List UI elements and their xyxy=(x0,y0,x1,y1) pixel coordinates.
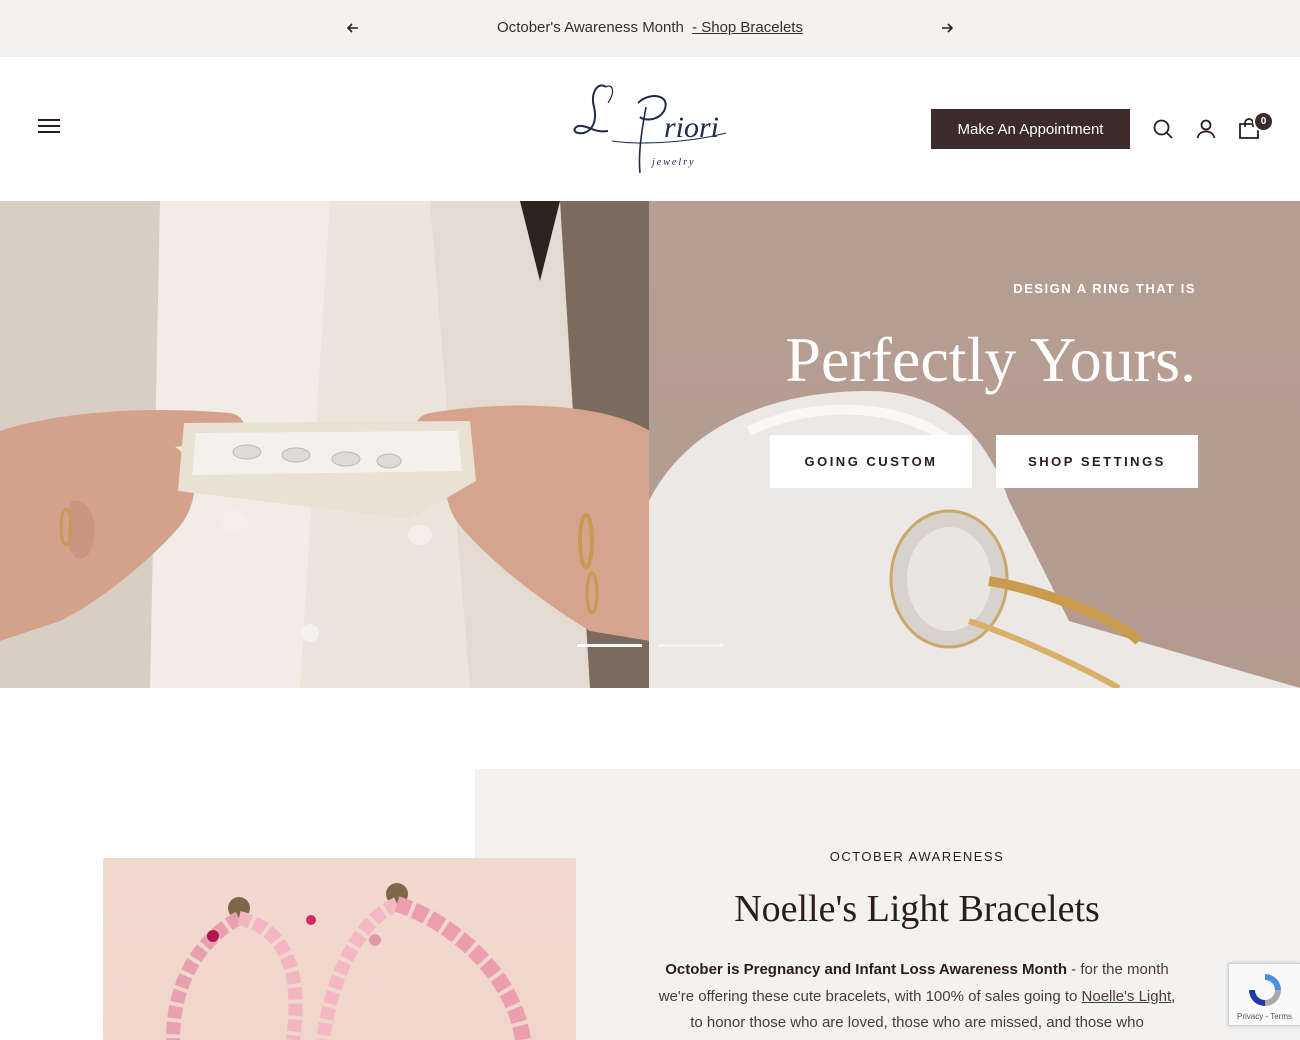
recaptcha-links[interactable]: Privacy - Terms xyxy=(1229,1012,1300,1021)
bracelets-image xyxy=(103,858,576,1040)
announcement-message: October's Awareness Month - Shop Bracele… xyxy=(0,19,1300,36)
arrow-right-icon xyxy=(942,23,953,33)
svg-text:riori: riori xyxy=(664,111,719,144)
slide-indicator-1[interactable] xyxy=(577,644,642,647)
hero-eyebrow: DESIGN A RING THAT IS xyxy=(1013,281,1196,296)
make-appointment-button[interactable]: Make An Appointment xyxy=(931,109,1130,149)
announcement-text: October's Awareness Month xyxy=(497,19,684,36)
shop-settings-button[interactable]: SHOP SETTINGS xyxy=(996,435,1198,488)
feature-eyebrow: OCTOBER AWARENESS xyxy=(829,849,1005,864)
recaptcha-icon xyxy=(1249,974,1281,1006)
going-custom-button[interactable]: GOING CUSTOM xyxy=(770,435,972,488)
search-icon[interactable] xyxy=(1151,117,1175,141)
hero-title: Perfectly Yours. xyxy=(785,324,1196,395)
hero-image-ring xyxy=(649,201,1300,688)
account-icon[interactable] xyxy=(1194,117,1218,141)
feature-description: October is Pregnancy and Infant Loss Awa… xyxy=(652,957,1182,1037)
svg-text:jewelry: jewelry xyxy=(650,157,695,168)
announcement-bar: October's Awareness Month - Shop Bracele… xyxy=(0,0,1300,57)
feature-text-bold: October is Pregnancy and Infant Loss Awa… xyxy=(665,961,1068,978)
next-announcement-button[interactable] xyxy=(937,18,957,38)
hero-image-hands-diamonds xyxy=(0,201,650,688)
recaptcha-badge[interactable]: Privacy - Terms xyxy=(1228,963,1300,1026)
slide-indicator-2[interactable] xyxy=(658,644,723,647)
menu-icon[interactable] xyxy=(38,119,60,137)
feature-title: Noelle's Light Bracelets xyxy=(734,888,1100,930)
brand-logo[interactable]: riori jewelry xyxy=(568,73,732,185)
site-header: riori jewelry Make An Appointment 0 xyxy=(0,57,1300,201)
shop-bracelets-link[interactable]: - Shop Bracelets xyxy=(692,19,803,36)
hero-slideshow: DESIGN A RING THAT IS Perfectly Yours. G… xyxy=(0,201,1300,688)
cart-count-badge: 0 xyxy=(1253,111,1274,132)
noelles-light-link[interactable]: Noelle's Light xyxy=(1082,988,1172,1005)
